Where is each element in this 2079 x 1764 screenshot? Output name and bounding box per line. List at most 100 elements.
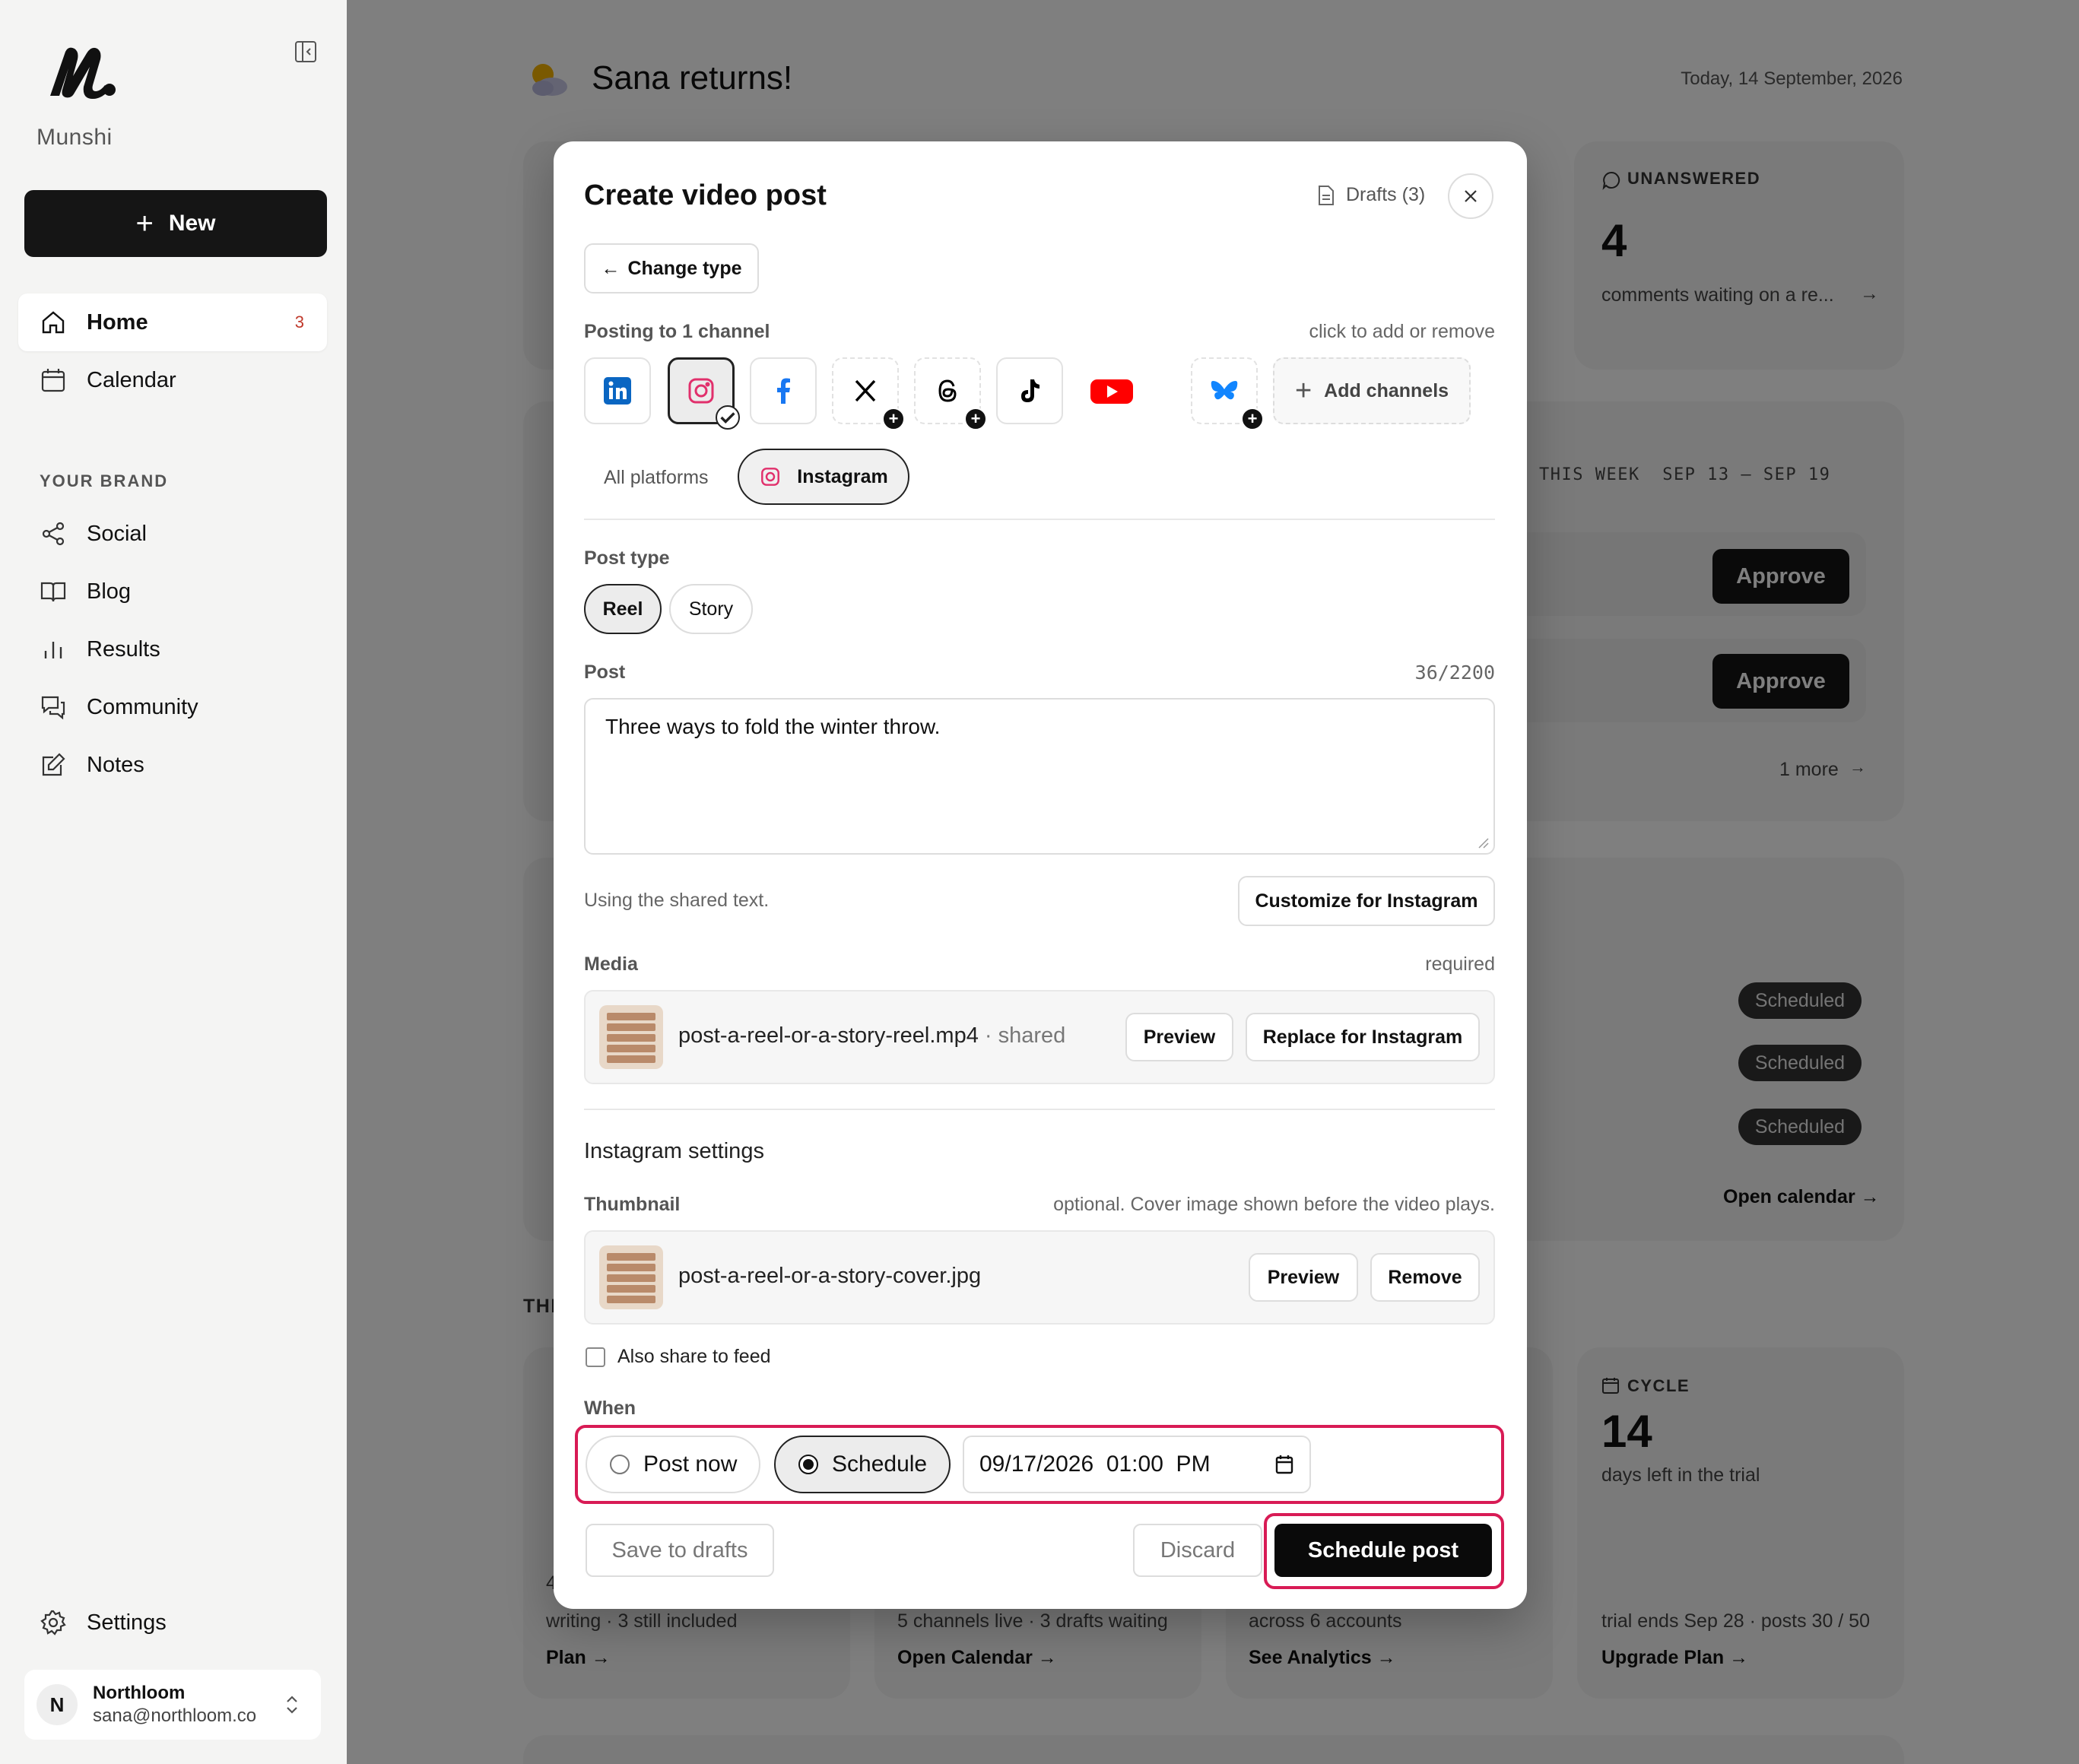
sidebar-item-label: Settings (87, 1610, 167, 1635)
collapse-sidebar-icon[interactable] (294, 40, 318, 64)
schedule-label: Schedule (832, 1451, 928, 1477)
sidebar-item-home[interactable]: Home 3 (18, 293, 327, 351)
chat-icon (41, 696, 65, 720)
sidebar: Munshi + New Home 3 Calendar YOUR BRAND … (0, 0, 347, 1764)
media-label: Media (584, 953, 638, 975)
book-icon (40, 582, 66, 602)
channel-instagram[interactable] (668, 357, 740, 430)
preview-thumbnail-button[interactable]: Preview (1249, 1253, 1358, 1302)
discard-button[interactable]: Discard (1133, 1524, 1262, 1577)
post-text: Three ways to fold the winter throw. (605, 715, 941, 738)
posting-hint: click to add or remove (1309, 321, 1495, 342)
calendar-icon (41, 369, 65, 392)
post-label: Post (584, 662, 626, 683)
tab-all-platforms[interactable]: All platforms (604, 467, 709, 489)
plus-icon: + (964, 408, 987, 430)
avatar: N (37, 1684, 78, 1725)
share-to-feed-label: Also share to feed (617, 1346, 771, 1367)
new-button[interactable]: + New (24, 190, 327, 257)
new-button-label: New (168, 211, 216, 236)
channel-bluesky[interactable]: + (1191, 357, 1264, 430)
close-icon (1465, 190, 1477, 202)
sidebar-item-notes[interactable]: Notes (18, 736, 327, 794)
media-file-name: post-a-reel-or-a-story-reel.mp4 · shared (678, 1023, 1065, 1049)
chevron-up-down-icon (287, 1696, 297, 1714)
schedule-option[interactable]: Schedule (774, 1436, 951, 1493)
channel-linkedin[interactable] (584, 357, 651, 424)
sidebar-item-label: Community (87, 694, 198, 719)
channel-threads[interactable]: + (914, 357, 987, 430)
when-label: When (584, 1398, 636, 1419)
add-channels-button[interactable]: + Add channels (1273, 357, 1471, 424)
tab-instagram[interactable]: Instagram (738, 449, 909, 505)
schedule-datetime-input[interactable]: 09/17/2026 01:00 PM (963, 1436, 1311, 1493)
schedule-radio[interactable] (798, 1455, 818, 1474)
media-row: post-a-reel-or-a-story-reel.mp4 · shared… (584, 990, 1495, 1084)
post-textarea[interactable]: Three ways to fold the winter throw. (584, 698, 1495, 855)
sidebar-item-blog[interactable]: Blog (18, 563, 327, 620)
post-type-reel[interactable]: Reel (584, 584, 662, 634)
media-hint: required (1425, 953, 1495, 975)
channel-tiktok[interactable] (996, 357, 1063, 424)
video-thumbnail (599, 1005, 663, 1069)
divider (584, 519, 1495, 520)
media-file: post-a-reel-or-a-story-reel.mp4 (678, 1023, 979, 1048)
channel-x[interactable]: + (832, 357, 905, 430)
share-icon (42, 522, 65, 546)
modal-title: Create video post (584, 179, 827, 211)
document-icon (1319, 185, 1334, 205)
calendar-icon[interactable] (1274, 1454, 1294, 1475)
post-now-label: Post now (643, 1451, 738, 1477)
customize-for-instagram-button[interactable]: Customize for Instagram (1238, 876, 1495, 926)
posting-label: Posting to 1 channel (584, 321, 770, 342)
linkedin-icon (604, 377, 631, 405)
thumbnail-hint: optional. Cover image shown before the v… (1053, 1194, 1495, 1215)
resize-handle-icon[interactable] (1477, 836, 1489, 849)
close-button[interactable] (1448, 173, 1493, 219)
sidebar-item-results[interactable]: Results (18, 620, 327, 678)
instagram-settings-heading: Instagram settings (584, 1139, 764, 1163)
save-to-drafts-button[interactable]: Save to drafts (586, 1524, 774, 1577)
bar-chart-icon (44, 642, 62, 658)
sidebar-item-social[interactable]: Social (18, 505, 327, 563)
sidebar-item-label: Social (87, 521, 147, 546)
check-icon (716, 405, 740, 430)
bluesky-icon (1211, 381, 1238, 400)
post-type-story[interactable]: Story (669, 584, 753, 634)
post-now-option[interactable]: Post now (586, 1436, 760, 1493)
post-now-radio[interactable] (610, 1455, 630, 1474)
plus-icon: + (1294, 374, 1312, 407)
plus-icon: + (882, 408, 905, 430)
brand-name: Munshi (37, 125, 113, 150)
gear-icon (40, 1610, 66, 1636)
drafts-button[interactable]: Drafts (3) (1317, 184, 1425, 206)
post-counter: 36/2200 (1414, 662, 1495, 684)
youtube-icon (1090, 379, 1133, 404)
channel-youtube[interactable] (1078, 357, 1145, 424)
plus-icon: + (135, 207, 154, 240)
account-switcher[interactable]: N Northloom sana@northloom.co (24, 1670, 321, 1740)
home-icon (42, 311, 65, 334)
schedule-post-button[interactable]: Schedule post (1274, 1524, 1492, 1577)
threads-icon (938, 379, 957, 402)
post-type-label: Post type (584, 547, 670, 569)
drafts-label: Drafts (3) (1346, 184, 1426, 205)
account-email: sana@northloom.co (93, 1705, 257, 1726)
sidebar-item-settings[interactable]: Settings (18, 1594, 327, 1651)
change-type-button[interactable]: ← Change type (584, 243, 759, 293)
preview-media-button[interactable]: Preview (1125, 1013, 1233, 1061)
divider (584, 1109, 1495, 1110)
channel-facebook[interactable] (750, 357, 817, 424)
arrow-left-icon: ← (601, 257, 621, 279)
share-to-feed-checkbox[interactable] (586, 1347, 605, 1367)
tab-instagram-label: Instagram (797, 465, 888, 487)
change-type-label: Change type (627, 257, 742, 279)
your-brand-label: YOUR BRAND (40, 471, 169, 490)
home-badge: 3 (294, 313, 304, 332)
replace-for-instagram-button[interactable]: Replace for Instagram (1246, 1013, 1480, 1061)
remove-thumbnail-button[interactable]: Remove (1370, 1253, 1480, 1302)
munshi-logo[interactable] (47, 46, 116, 99)
sidebar-item-calendar[interactable]: Calendar (18, 351, 327, 409)
sidebar-item-community[interactable]: Community (18, 678, 327, 736)
cover-thumbnail (599, 1245, 663, 1309)
